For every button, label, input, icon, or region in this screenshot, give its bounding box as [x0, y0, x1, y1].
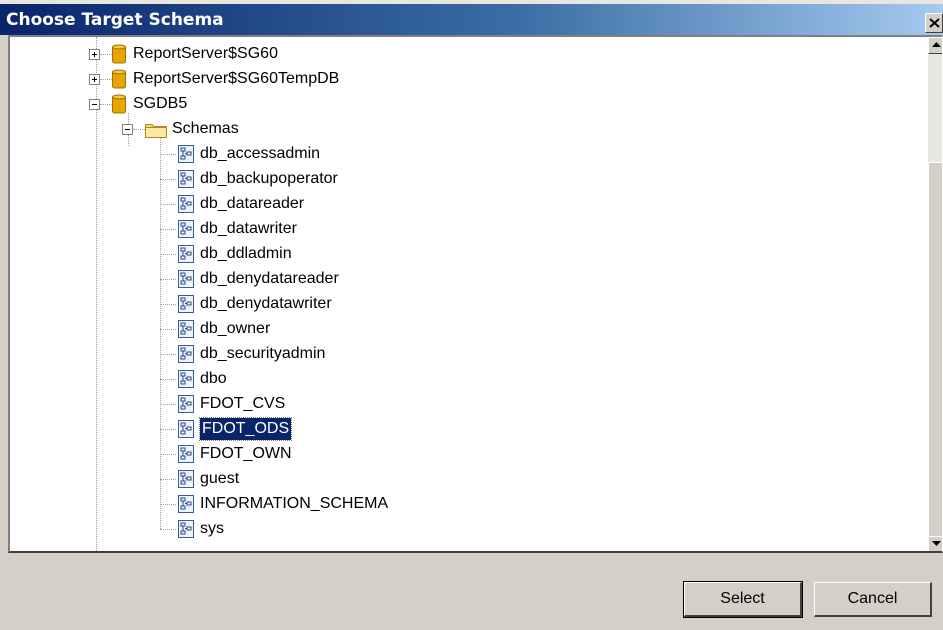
- tree-node-schema[interactable]: db_securityadmin: [10, 343, 910, 367]
- expander-toggle[interactable]: [89, 74, 100, 85]
- expander-toggle[interactable]: [89, 99, 100, 110]
- database-label: SGDB5: [133, 95, 188, 112]
- schema-label: db_backupoperator: [200, 170, 338, 187]
- tree-line: [160, 204, 176, 205]
- expander-toggle[interactable]: [89, 49, 100, 60]
- schema-icon: [178, 420, 194, 443]
- schema-label: dbo: [200, 370, 227, 387]
- tree-line: [160, 254, 176, 255]
- schema-label: db_datawriter: [200, 220, 297, 237]
- schema-label: INFORMATION_SCHEMA: [200, 495, 389, 512]
- schema-icon: [178, 270, 194, 293]
- schema-label: db_owner: [200, 320, 271, 337]
- tree-line: [100, 104, 112, 105]
- tree-line: [100, 79, 112, 80]
- tree-line: [160, 454, 176, 455]
- tree-line: [160, 329, 176, 330]
- tree-node-schema[interactable]: FDOT_OWN: [10, 443, 910, 467]
- schema-icon: [178, 220, 194, 243]
- schema-icon: [178, 495, 194, 518]
- tree-line: [100, 54, 112, 55]
- tree-node-schema[interactable]: db_accessadmin: [10, 143, 910, 167]
- database-label: ReportServer$SG60TempDB: [133, 70, 340, 87]
- schema-icon: [178, 245, 194, 268]
- tree-line: [160, 404, 176, 405]
- title-bar[interactable]: Choose Target Schema: [0, 4, 943, 35]
- select-button[interactable]: Select: [683, 581, 803, 618]
- tree-node-schema[interactable]: FDOT_CVS: [10, 393, 910, 417]
- schema-label: db_securityadmin: [200, 345, 326, 362]
- tree-node-schema[interactable]: db_ddladmin: [10, 243, 910, 267]
- tree-node-schema[interactable]: db_backupoperator: [10, 168, 910, 192]
- schema-label: db_ddladmin: [200, 245, 292, 262]
- database-icon: [112, 44, 126, 69]
- tree-node-schemas-folder[interactable]: Schemas: [10, 118, 910, 142]
- scroll-down-button[interactable]: [928, 536, 942, 551]
- tree-line: [160, 379, 176, 380]
- schema-icon: [178, 395, 194, 418]
- tree-line: [160, 179, 176, 180]
- tree-node-schema[interactable]: guest: [10, 468, 910, 492]
- tree-line: [160, 429, 176, 430]
- tree-node-database[interactable]: SGDB5: [10, 93, 910, 117]
- tree-node-schema[interactable]: db_owner: [10, 318, 910, 342]
- tree-node-schema[interactable]: db_datareader: [10, 193, 910, 217]
- schema-icon: [178, 320, 194, 343]
- arrow-down-icon: [932, 541, 941, 546]
- schema-label: FDOT_OWN: [200, 445, 292, 462]
- schema-label: FDOT_ODS: [198, 417, 293, 441]
- database-icon: [112, 69, 126, 94]
- window-title: Choose Target Schema: [6, 10, 224, 30]
- tree-line: [160, 354, 176, 355]
- schema-icon: [178, 295, 194, 318]
- scroll-up-button[interactable]: [928, 37, 942, 54]
- schema-icon: [178, 170, 194, 193]
- tree-line: [160, 504, 176, 505]
- schema-label: db_denydatawriter: [200, 295, 332, 312]
- schema-icon: [178, 145, 194, 168]
- tree-line: [160, 154, 176, 155]
- schema-icon: [178, 195, 194, 218]
- schema-tree[interactable]: ReportServer$SG60 ReportServer$SG60TempDB…: [8, 35, 943, 553]
- schemas-folder-label: Schemas: [172, 120, 239, 137]
- tree-line: [160, 279, 176, 280]
- tree-node-schema[interactable]: db_datawriter: [10, 218, 910, 242]
- schema-label: db_accessadmin: [200, 145, 321, 162]
- tree-node-schema[interactable]: db_denydatareader: [10, 268, 910, 292]
- schema-label: sys: [200, 520, 224, 537]
- schema-label: guest: [200, 470, 240, 487]
- expander-toggle[interactable]: [122, 124, 133, 135]
- schema-label: db_denydatareader: [200, 270, 339, 287]
- tree-line: [160, 304, 176, 305]
- database-icon: [112, 94, 126, 119]
- schema-label: FDOT_CVS: [200, 395, 286, 412]
- schema-icon: [178, 470, 194, 493]
- folder-icon: [145, 122, 167, 143]
- vertical-scrollbar[interactable]: [928, 37, 942, 551]
- arrow-up-icon: [932, 42, 941, 47]
- tree-node-schema[interactable]: FDOT_ODS: [10, 417, 910, 443]
- tree-line: [160, 229, 176, 230]
- close-icon: [929, 18, 940, 28]
- tree-node-schema[interactable]: INFORMATION_SCHEMA: [10, 493, 910, 517]
- tree-node-database[interactable]: ReportServer$SG60: [10, 43, 910, 67]
- tree-node-schema[interactable]: db_denydatawriter: [10, 293, 910, 317]
- schema-icon: [178, 445, 194, 468]
- tree-line: [133, 129, 145, 130]
- close-button[interactable]: [925, 13, 943, 33]
- tree-node-schema[interactable]: dbo: [10, 368, 910, 392]
- schema-label: db_datareader: [200, 195, 305, 212]
- cancel-button[interactable]: Cancel: [814, 582, 932, 617]
- schema-icon: [178, 345, 194, 368]
- tree-line: [160, 529, 176, 530]
- scrollbar-thumb[interactable]: [928, 162, 942, 544]
- schema-icon: [178, 370, 194, 393]
- tree-line: [160, 479, 176, 480]
- schema-icon: [178, 520, 194, 543]
- tree-node-database[interactable]: ReportServer$SG60TempDB: [10, 68, 910, 92]
- tree-node-schema[interactable]: sys: [10, 518, 910, 542]
- database-label: ReportServer$SG60: [133, 45, 278, 62]
